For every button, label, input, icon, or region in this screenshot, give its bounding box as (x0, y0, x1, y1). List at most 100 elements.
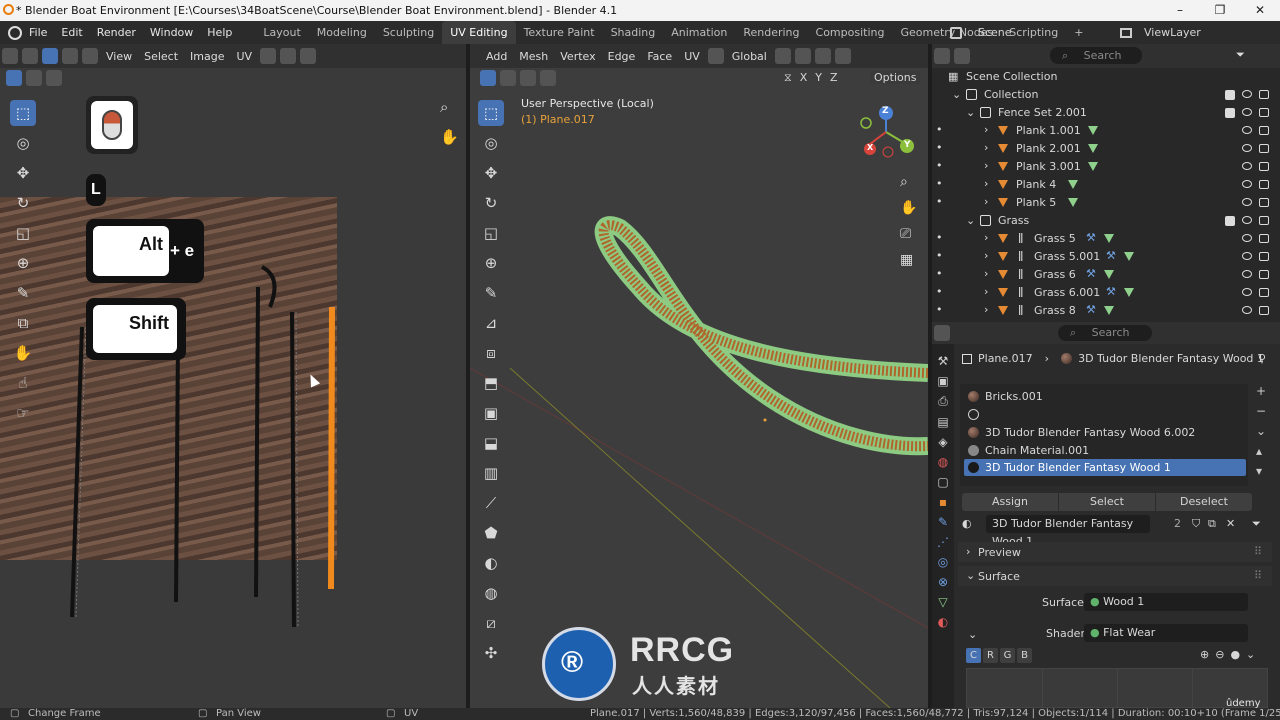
browse-material-icon[interactable]: ◐ (962, 517, 972, 530)
expand-icon[interactable]: ⌄ (952, 88, 961, 101)
move-slot-down-icon[interactable]: ▾ (1256, 464, 1266, 478)
expand-icon[interactable]: › (984, 159, 988, 172)
scene-tab-icon[interactable]: ◈ (938, 435, 947, 449)
outliner-row[interactable]: • › ǁ Grass 6 ⚒ (930, 266, 1280, 284)
filter-icon[interactable]: ⏷ (1230, 48, 1251, 62)
select-box-tool-icon[interactable]: ⬚ (10, 100, 36, 126)
cursor-3d-tool-icon[interactable]: ◎ (478, 130, 504, 156)
select-button[interactable]: Select (1059, 493, 1156, 511)
tab-modeling[interactable]: Modeling (309, 21, 375, 44)
expand-icon[interactable]: ⌄ (966, 214, 975, 227)
visibility-eye-icon[interactable] (1242, 216, 1252, 224)
output-tab-icon[interactable]: ⎙ (938, 394, 948, 409)
annotate-3d-tool-icon[interactable]: ✎ (478, 280, 504, 306)
channel-b-button[interactable]: B (1017, 648, 1032, 663)
expand-icon[interactable]: ⌄ (966, 106, 975, 119)
render-camera-icon[interactable] (1259, 306, 1269, 315)
rotate-tool-icon[interactable]: ↻ (10, 190, 36, 216)
expand-icon[interactable]: › (984, 249, 988, 262)
menu-add[interactable]: Add (480, 50, 513, 63)
scale-tool-icon[interactable]: ◱ (10, 220, 36, 246)
uv-edge-mode-icon[interactable] (62, 48, 78, 64)
loop-cut-tool-icon[interactable]: ▥ (478, 460, 504, 486)
material-slot-item[interactable]: 3D Tudor Blender Fantasy Wood 6.002 (964, 424, 1246, 441)
view-layer-selector[interactable]: ViewLayer (1120, 21, 1280, 44)
move-tool-icon[interactable]: ✥ (10, 160, 36, 186)
channel-g-button[interactable]: G (1000, 648, 1015, 663)
zoom-in-icon[interactable]: ⊕ (1200, 648, 1209, 661)
editor-type-icon[interactable] (2, 48, 18, 64)
modifier-tab-icon[interactable]: ✎ (938, 515, 948, 529)
uv-menu-select[interactable]: Select (138, 50, 184, 63)
outliner-row[interactable]: ⌄ Grass (930, 212, 1280, 230)
relax-tool-icon[interactable]: ☝ (10, 370, 36, 396)
menu-render[interactable]: Render (90, 26, 143, 39)
render-tab-icon[interactable]: ▣ (937, 374, 948, 388)
outliner-editor-type-icon[interactable] (934, 48, 950, 64)
overlay-icon[interactable] (834, 48, 851, 64)
deselect-button[interactable]: Deselect (1156, 493, 1252, 511)
ortho-toggle-icon[interactable]: ▦ (900, 252, 917, 268)
material-slot-item[interactable] (964, 406, 1246, 423)
expand-icon[interactable]: › (984, 285, 988, 298)
fake-user-icon[interactable]: ⛉ (1192, 517, 1200, 531)
blender-menu-icon[interactable] (8, 25, 22, 40)
render-camera-icon[interactable] (1259, 234, 1269, 243)
outliner-row[interactable]: • › ǁ Grass 6.001 ⚒ (930, 284, 1280, 302)
properties-editor-type-icon[interactable] (934, 325, 950, 341)
navigation-gizmo[interactable]: Z Y X (858, 102, 918, 162)
view-layer-tab-icon[interactable]: ▤ (937, 415, 948, 429)
curve-graph[interactable] (966, 668, 1268, 708)
menu-face[interactable]: Face (641, 50, 678, 63)
measure-tool-icon[interactable]: ⊿ (478, 310, 504, 336)
expand-icon[interactable]: › (984, 123, 988, 136)
tab-rendering[interactable]: Rendering (735, 21, 807, 44)
visibility-eye-icon[interactable] (1242, 270, 1252, 278)
duplicate-material-icon[interactable]: ⧉ (1208, 517, 1216, 531)
outliner-row[interactable]: • › Plank 3.001 (930, 158, 1280, 176)
filter-material-icon[interactable]: ⏷ (1252, 517, 1261, 531)
shader-node-field[interactable]: ● Flat Wear (1084, 624, 1248, 642)
shader-expand-icon[interactable]: ⌄ (968, 628, 977, 641)
outliner-row[interactable]: • › ǁ Grass 5 ⚒ (930, 230, 1280, 248)
uv-vertex-mode-icon[interactable] (42, 48, 58, 64)
pinch-tool-icon[interactable]: ☞ (10, 400, 36, 426)
add-cube-tool-icon[interactable]: ⧈ (478, 340, 504, 366)
uv-menu-uv[interactable]: UV (231, 50, 259, 63)
visibility-eye-icon[interactable] (1242, 252, 1252, 260)
visibility-eye-icon[interactable] (1242, 108, 1252, 116)
uv-menu-image[interactable]: Image (184, 50, 230, 63)
preview-panel-header[interactable]: › Preview ⠿ (958, 542, 1272, 562)
outliner-row[interactable]: • › Plank 4 (930, 176, 1280, 194)
tab-animation[interactable]: Animation (663, 21, 735, 44)
rotate-3d-tool-icon[interactable]: ↻ (478, 190, 504, 216)
menu-file[interactable]: File (22, 26, 54, 39)
assign-button[interactable]: Assign (962, 493, 1059, 511)
data-tab-icon[interactable]: ▽ (938, 595, 947, 609)
drag-handle-icon[interactable]: ⠿ (1254, 545, 1262, 558)
material-datablock[interactable]: ◐ 3D Tudor Blender Fantasy Wood 1 2 ⛉ ⧉ … (962, 515, 1274, 548)
tab-layout[interactable]: Layout (255, 21, 308, 44)
outliner-row[interactable]: ⌄ Collection (930, 86, 1280, 104)
render-camera-icon[interactable] (1259, 288, 1269, 297)
outliner-row[interactable]: • › Plank 2.001 (930, 140, 1280, 158)
menu-window[interactable]: Window (143, 26, 200, 39)
exclude-checkbox[interactable] (1225, 216, 1235, 226)
particles-tab-icon[interactable]: ⋰ (937, 535, 949, 549)
snapping-icon[interactable] (794, 48, 811, 64)
proportional-edit-icon[interactable] (814, 48, 831, 64)
render-camera-icon[interactable] (1259, 108, 1269, 117)
visibility-eye-icon[interactable] (1242, 144, 1252, 152)
render-camera-icon[interactable] (1259, 216, 1269, 225)
tab-shading[interactable]: Shading (603, 21, 664, 44)
uv-menu-view[interactable]: View (100, 50, 138, 63)
outliner-search-input[interactable]: ⌕ Search (1050, 47, 1142, 64)
close-button[interactable]: ✕ (1240, 0, 1280, 21)
add-slot-icon[interactable]: + (1256, 384, 1266, 398)
poly-build-tool-icon[interactable]: ⬟ (478, 520, 504, 546)
extrude-tool-icon[interactable]: ⬒ (478, 370, 504, 396)
zoom-out-icon[interactable]: ⊖ (1215, 648, 1224, 661)
spin-tool-icon[interactable]: ◐ (478, 550, 504, 576)
menu-vertex[interactable]: Vertex (554, 50, 601, 63)
menu-edge[interactable]: Edge (602, 50, 642, 63)
